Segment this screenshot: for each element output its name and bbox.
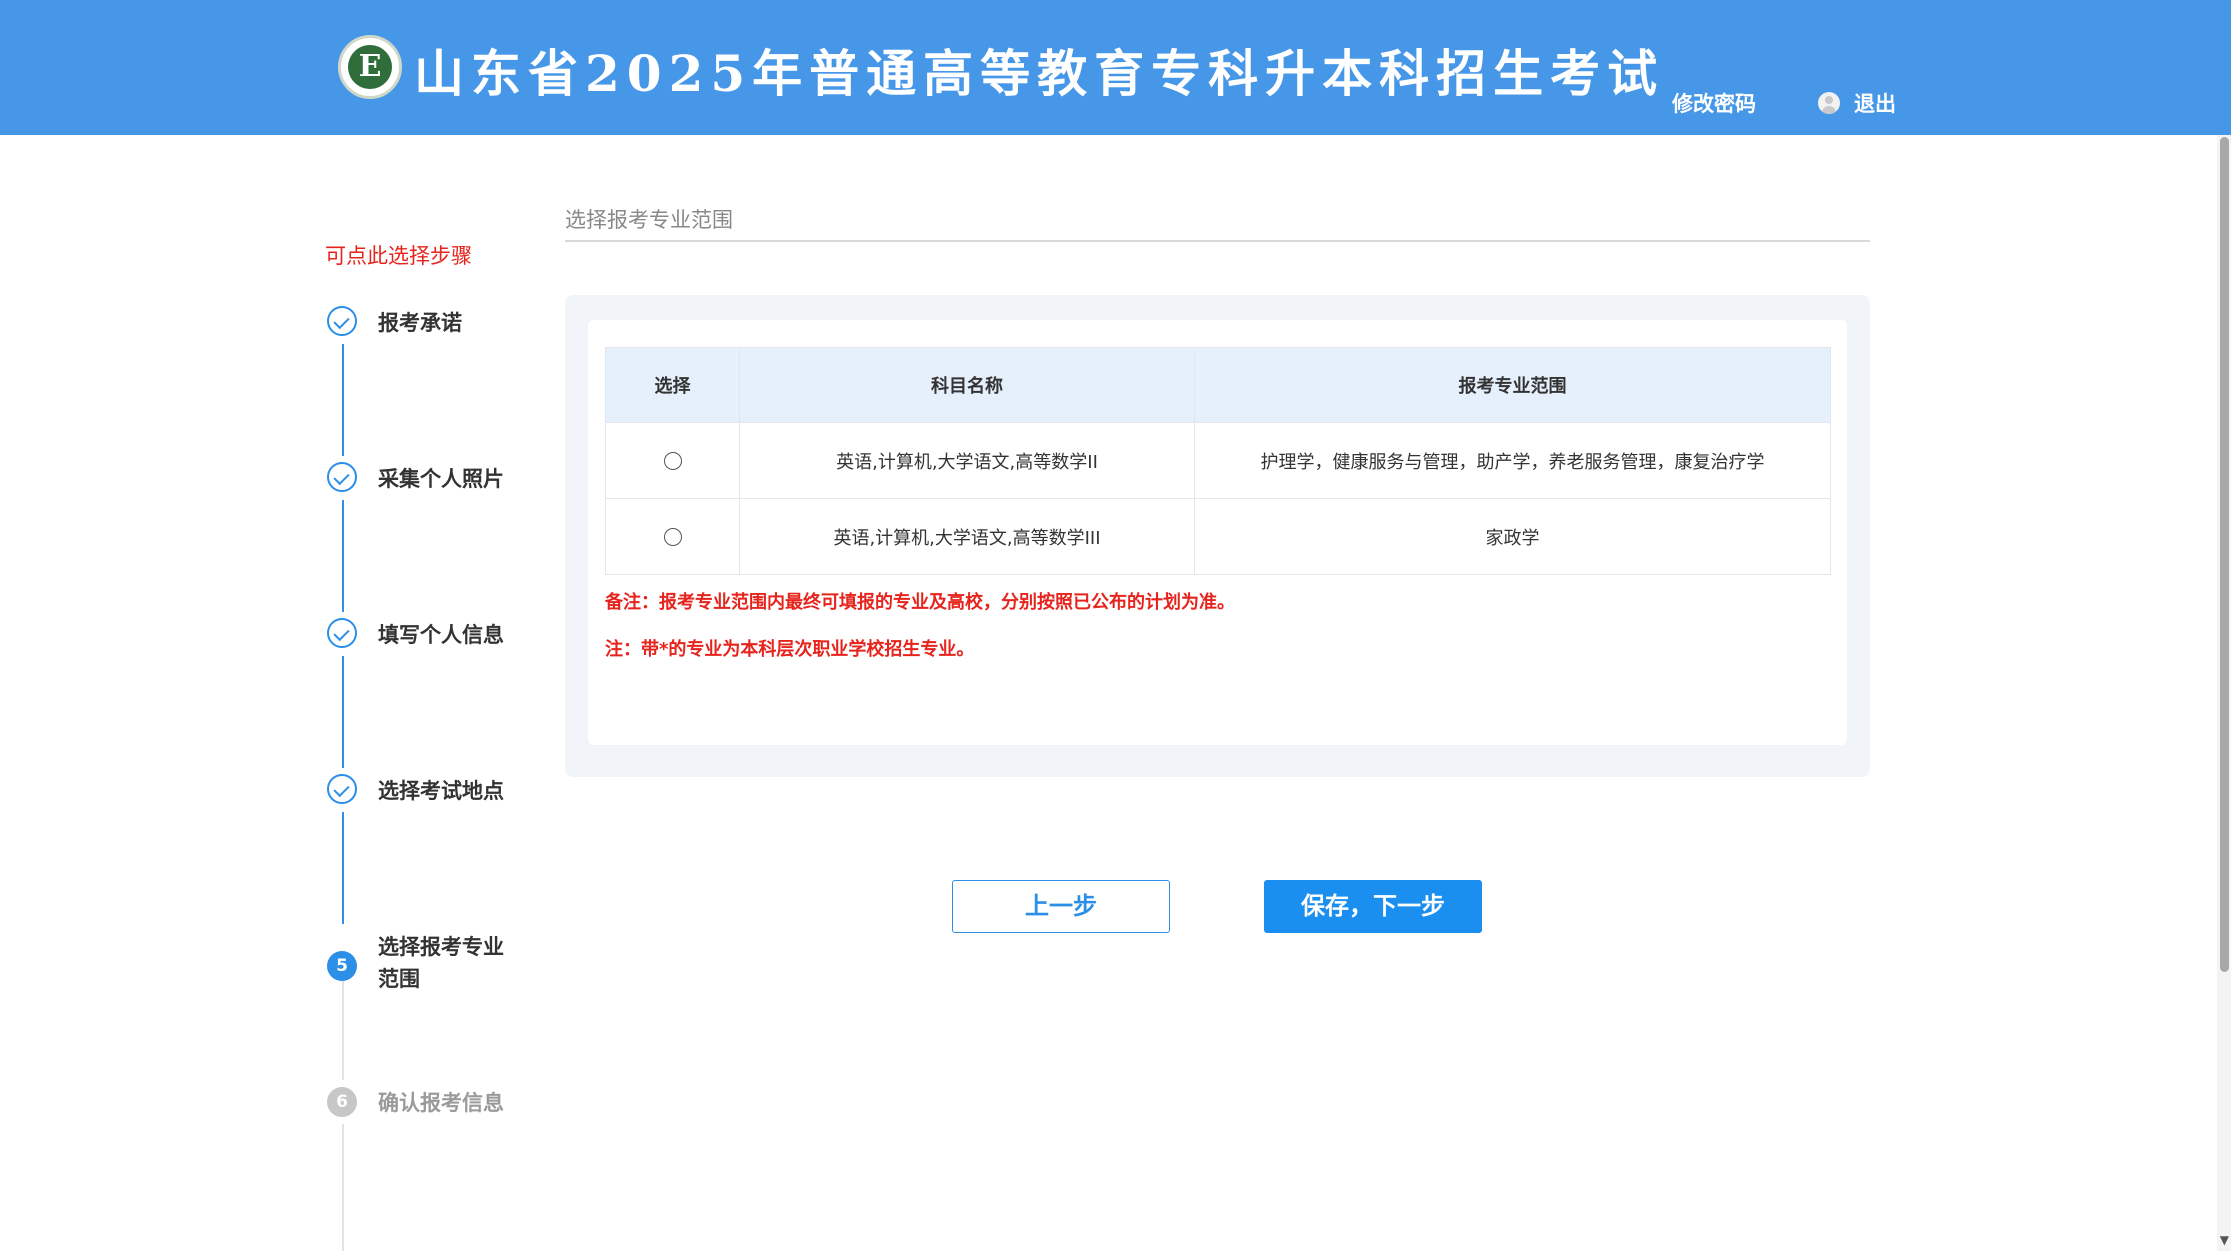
table-row[interactable]: 英语,计算机,大学语文,高等数学II 护理学，健康服务与管理，助产学，养老服务管… (605, 422, 1831, 499)
section-divider (565, 240, 1870, 242)
majors-cell: 家政学 (1194, 498, 1831, 575)
select-cell (605, 422, 740, 499)
step-label: 确认报考信息 (378, 1091, 504, 1115)
step-connector (342, 500, 344, 612)
logout-link[interactable]: 退出 (1818, 88, 1896, 118)
step-label: 选择报考专业范围 (378, 935, 504, 991)
step-connector (342, 968, 344, 1080)
section-title: 选择报考专业范围 (565, 208, 733, 232)
user-avatar-icon (1818, 92, 1840, 114)
step-number-badge: 6 (327, 1087, 357, 1117)
subjects-cell: 英语,计算机,大学语文,高等数学III (739, 498, 1195, 575)
exam-logo: E (338, 35, 402, 99)
step-connector (342, 812, 344, 924)
table-row[interactable]: 英语,计算机,大学语文,高等数学III 家政学 (605, 498, 1831, 575)
logout-label: 退出 (1854, 92, 1896, 116)
header-bar: E 山东省2025年普通高等教育专科升本科招生考试 修改密码 退出 (0, 0, 2231, 135)
step-connector (342, 344, 344, 456)
major-range-table: 选择 科目名称 报考专业范围 英语,计算机,大学语文,高等数学II 护理学，健康… (605, 347, 1831, 575)
select-cell (605, 498, 740, 575)
table-header-row: 选择 科目名称 报考专业范围 (605, 347, 1831, 423)
step-connector (342, 656, 344, 768)
remark-note: 备注：报考专业范围内最终可填报的专业及高校，分别按照已公布的计划为准。 (605, 592, 1235, 613)
step-done-check-icon (327, 306, 357, 336)
step-label: 报考承诺 (378, 311, 462, 335)
column-header-subjects: 科目名称 (739, 347, 1195, 423)
scrollbar-thumb[interactable] (2220, 137, 2229, 972)
step-select-hint: 可点此选择步骤 (325, 244, 472, 268)
step-done-check-icon (327, 774, 357, 804)
page-header-title: 山东省2025年普通高等教育专科升本科招生考试 (414, 44, 1665, 103)
major-radio-button[interactable] (663, 452, 682, 470)
step-label: 填写个人信息 (378, 623, 504, 647)
asterisk-note: 注：带*的专业为本科层次职业学校招生专业。 (605, 639, 975, 660)
logo-letter: E (358, 49, 382, 84)
step-connector (342, 1124, 344, 1251)
previous-step-button[interactable]: 上一步 (952, 880, 1170, 933)
change-password-link[interactable]: 修改密码 (1672, 88, 1756, 118)
major-radio-button[interactable] (663, 528, 682, 546)
majors-cell: 护理学，健康服务与管理，助产学，养老服务管理，康复治疗学 (1194, 422, 1831, 499)
page: E 山东省2025年普通高等教育专科升本科招生考试 修改密码 退出 ▼ 可点此选… (0, 0, 2231, 1251)
vertical-scrollbar[interactable]: ▼ (2217, 135, 2231, 1251)
column-header-majors: 报考专业范围 (1194, 347, 1831, 423)
save-next-button[interactable]: 保存，下一步 (1264, 880, 1482, 933)
step-label: 采集个人照片 (378, 467, 504, 491)
step-done-check-icon (327, 618, 357, 648)
content-card: 选择 科目名称 报考专业范围 英语,计算机,大学语文,高等数学II 护理学，健康… (588, 320, 1847, 745)
scroll-down-arrow-icon[interactable]: ▼ (2220, 1233, 2229, 1247)
subjects-cell: 英语,计算机,大学语文,高等数学II (739, 422, 1195, 499)
column-header-select: 选择 (605, 347, 740, 423)
step-done-check-icon (327, 462, 357, 492)
step-label: 选择考试地点 (378, 779, 504, 803)
content-panel: 选择 科目名称 报考专业范围 英语,计算机,大学语文,高等数学II 护理学，健康… (565, 295, 1870, 777)
step-number-badge: 5 (327, 951, 357, 981)
